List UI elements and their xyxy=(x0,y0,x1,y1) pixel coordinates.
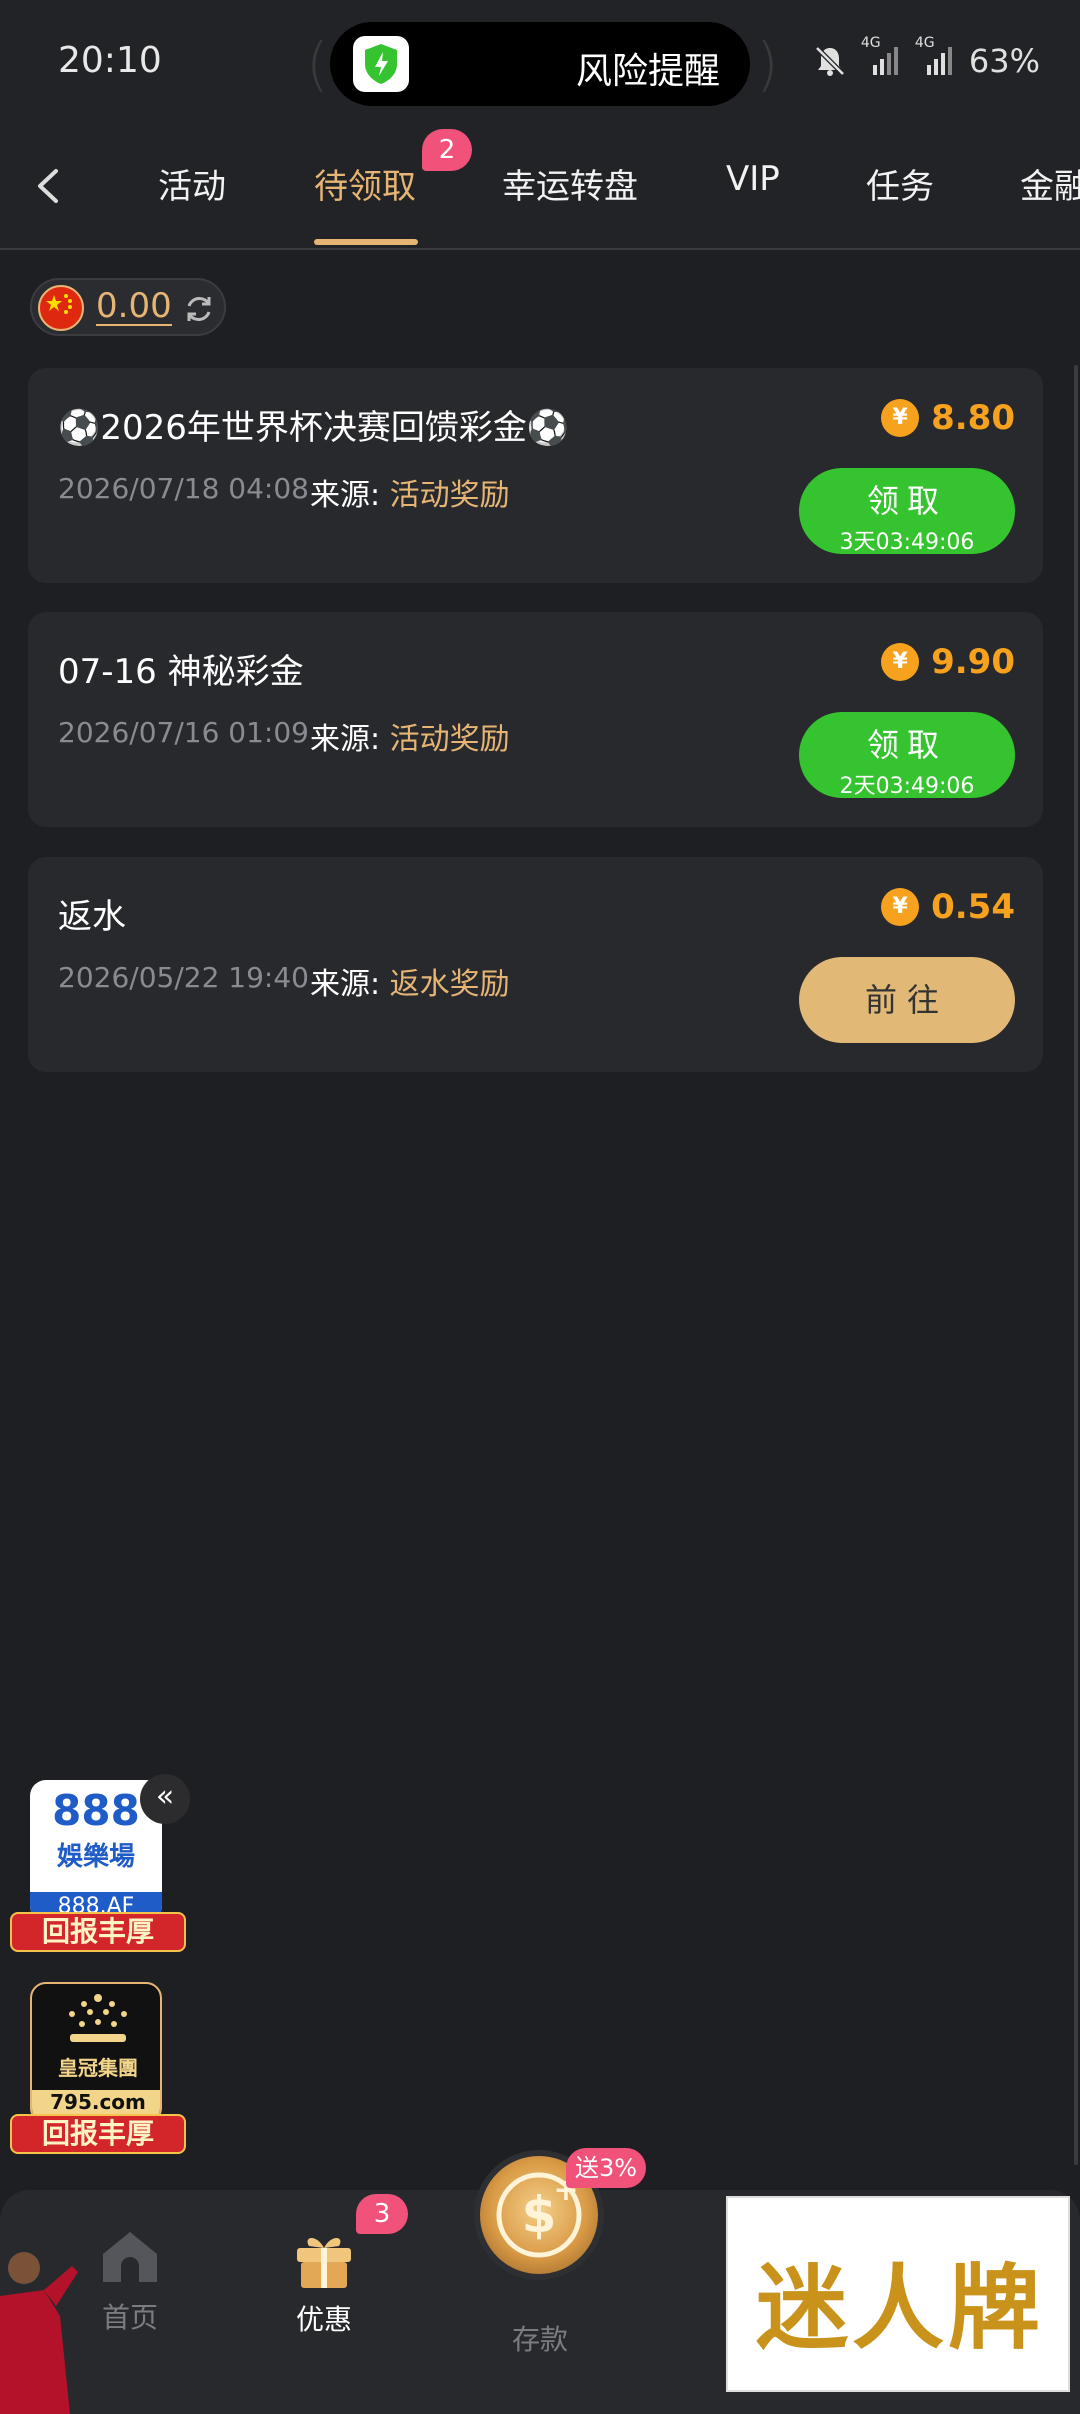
balance-pill: 0.00 xyxy=(30,278,226,336)
back-arrow-icon[interactable] xyxy=(30,161,74,211)
yuan-coin-icon: ¥ xyxy=(881,888,920,926)
brand-ad-text: 迷人牌 xyxy=(755,2255,1044,2362)
player-graphic xyxy=(0,2246,80,2414)
reward-source: 来源: 返水奖励 xyxy=(310,967,510,1002)
system-icons: 4G 4G 63% xyxy=(813,35,1040,80)
status-time: 20:10 xyxy=(58,40,162,81)
nav-promo-badge: 3 xyxy=(356,2194,408,2234)
mute-bell-icon xyxy=(815,46,845,76)
status-bar: 20:10 ( 风险提醒 ) 4G 4G 63% xyxy=(0,0,1080,125)
nav-promo[interactable]: 优惠 xyxy=(264,2226,384,2338)
brand-ad-banner[interactable]: 迷人牌 xyxy=(726,2196,1070,2392)
claim-countdown: 3天03:49:06 xyxy=(839,530,975,555)
reward-title: ⚽2026年世界杯决赛回馈彩金⚽ xyxy=(58,408,570,448)
reward-amount: ¥ 0.54 xyxy=(881,887,1015,927)
nav-home-label: 首页 xyxy=(101,2301,158,2334)
ad-crown-logo: 皇冠集團 795.com xyxy=(30,1982,162,2124)
yuan-coin-icon: ¥ xyxy=(881,643,920,681)
tab-pending[interactable]: 待领取 xyxy=(314,159,416,208)
signal-4g-icon: 4G xyxy=(861,35,901,79)
reward-source: 来源: 活动奖励 xyxy=(310,478,510,513)
reward-card: 07-16 神秘彩金 2026/07/16 01:09 来源: 活动奖励 ¥ 9… xyxy=(28,612,1043,827)
island-text: 风险提醒 xyxy=(575,51,720,92)
claim-button[interactable]: 领取 3天03:49:06 xyxy=(799,468,1015,555)
tab-pending-badge: 2 xyxy=(422,129,472,171)
island-left-bracket: ( xyxy=(306,30,329,98)
tab-finance[interactable]: 金融 xyxy=(1020,159,1080,208)
battery-percent: 63% xyxy=(968,42,1040,80)
tab-activity[interactable]: 活动 xyxy=(158,159,226,208)
reward-source: 来源: 活动奖励 xyxy=(310,722,510,757)
shield-icon xyxy=(353,36,409,92)
reward-card: 返水 2026/05/22 19:40 来源: 返水奖励 ¥ 0.54 前往 xyxy=(28,857,1043,1072)
tab-tasks[interactable]: 任务 xyxy=(866,159,934,208)
balance-value: 0.00 xyxy=(96,286,172,326)
dynamic-island[interactable]: 风险提醒 xyxy=(330,22,750,106)
tab-vip[interactable]: VIP xyxy=(726,159,780,199)
reward-amount: ¥ 8.80 xyxy=(881,398,1015,438)
nav-promo-label: 优惠 xyxy=(295,2303,352,2336)
go-button[interactable]: 前往 xyxy=(799,957,1015,1043)
ad-ribbon: 回报丰厚 xyxy=(10,1912,186,1952)
reward-amount: ¥ 9.90 xyxy=(881,642,1015,682)
reward-card: ⚽2026年世界杯决赛回馈彩金⚽ 2026/07/18 04:08 来源: 活动… xyxy=(28,368,1043,583)
reward-date: 2026/07/16 01:09 xyxy=(58,716,309,749)
refresh-icon[interactable] xyxy=(182,292,216,326)
reward-amount-value: 9.90 xyxy=(931,642,1015,682)
deposit-bonus-badge: 送3% xyxy=(566,2148,646,2188)
reward-amount-value: 8.80 xyxy=(931,398,1015,438)
home-icon xyxy=(103,2232,157,2282)
ad-ribbon: 回报丰厚 xyxy=(10,2114,186,2154)
nav-deposit-label[interactable]: 存款 xyxy=(480,2318,600,2358)
island-right-bracket: ) xyxy=(756,30,779,98)
gift-icon xyxy=(297,2238,351,2288)
tab-bar: 活动 待领取 2 幸运转盘 VIP 任务 金融 xyxy=(0,125,1080,250)
tab-lucky-wheel[interactable]: 幸运转盘 xyxy=(502,159,638,208)
svg-text:$: $ xyxy=(522,2186,557,2244)
claim-button[interactable]: 领取 2天03:49:06 xyxy=(799,712,1015,799)
reward-date: 2026/05/22 19:40 xyxy=(58,961,309,994)
reward-title: 07-16 神秘彩金 xyxy=(58,652,304,692)
signal-4g-icon-2: 4G xyxy=(915,35,955,79)
floating-ad-crown[interactable]: 皇冠集團 795.com 回报丰厚 xyxy=(10,1982,186,2154)
scrollbar[interactable] xyxy=(1074,365,1078,2165)
china-flag-icon xyxy=(38,285,84,331)
yuan-coin-icon: ¥ xyxy=(881,399,920,437)
nav-home[interactable]: 首页 xyxy=(70,2226,190,2336)
floating-ad-888[interactable]: 888 娛樂場 888.AF 回报丰厚 « xyxy=(10,1774,190,1952)
reward-title: 返水 xyxy=(58,897,126,937)
collapse-chevrons-icon[interactable]: « xyxy=(140,1774,190,1824)
reward-date: 2026/07/18 04:08 xyxy=(58,472,309,505)
crown-icon xyxy=(69,1994,127,2042)
reward-amount-value: 0.54 xyxy=(931,887,1015,927)
tab-active-indicator xyxy=(314,239,418,245)
claim-countdown: 2天03:49:06 xyxy=(839,774,975,799)
